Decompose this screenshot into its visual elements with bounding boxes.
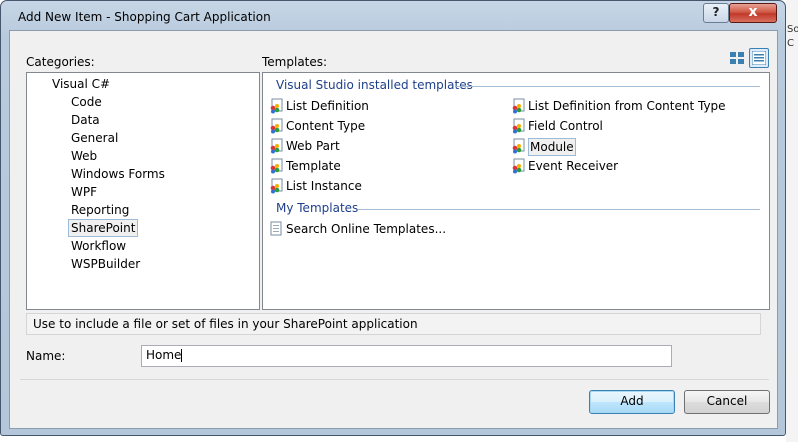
categories-tree[interactable]: Visual C# Code Data General Web Windows … <box>26 72 260 310</box>
name-input[interactable]: Home <box>141 345 672 367</box>
template-template[interactable]: Template <box>268 158 341 176</box>
tree-item-data[interactable]: Data <box>69 112 102 128</box>
tree-item-sharepoint[interactable]: SharePoint <box>68 219 139 237</box>
add-new-item-dialog: Add New Item - Shopping Cart Application… <box>0 0 786 436</box>
large-icons-view-button[interactable] <box>727 48 747 68</box>
large-icons-view-icon <box>730 52 744 64</box>
templates-list[interactable]: Visual Studio installed templates List D… <box>262 72 770 310</box>
button-separator <box>20 379 769 380</box>
description-text: Use to include a file or set of files in… <box>33 317 418 331</box>
sharepoint-template-icon <box>512 138 525 154</box>
categories-label: Categories: <box>26 55 95 69</box>
sharepoint-template-icon <box>270 178 283 194</box>
name-input-value: Home <box>146 348 182 362</box>
tree-item-reporting[interactable]: Reporting <box>69 202 131 218</box>
template-list-definition[interactable]: List Definition <box>268 98 369 116</box>
add-button[interactable]: Add <box>589 390 675 414</box>
text-caret <box>181 349 183 362</box>
background-text: So <box>787 24 798 35</box>
my-templates-header: My Templates <box>276 201 359 215</box>
template-event-receiver[interactable]: Event Receiver <box>510 158 618 176</box>
tree-item-workflow[interactable]: Workflow <box>69 238 128 254</box>
template-content-type[interactable]: Content Type <box>268 118 365 136</box>
template-list-definition-from-content-type[interactable]: List Definition from Content Type <box>510 98 726 116</box>
sharepoint-template-icon <box>512 158 525 174</box>
template-field-control[interactable]: Field Control <box>510 118 603 136</box>
sharepoint-template-icon <box>512 118 525 134</box>
help-icon: ? <box>712 5 720 19</box>
cancel-button[interactable]: Cancel <box>684 390 770 414</box>
tree-root-visual-csharp[interactable]: Visual C# <box>50 76 112 92</box>
tree-item-web[interactable]: Web <box>69 148 99 164</box>
group-divider <box>456 86 760 87</box>
template-web-part[interactable]: Web Part <box>268 138 340 156</box>
help-button[interactable]: ? <box>703 3 729 23</box>
tree-item-windows-forms[interactable]: Windows Forms <box>69 166 167 182</box>
dialog-client-area: Categories: Templates: Visual C# Code Da… <box>9 30 778 429</box>
background-text: C <box>787 38 794 49</box>
small-icons-view-icon <box>752 51 766 65</box>
template-list-instance[interactable]: List Instance <box>268 178 362 196</box>
sharepoint-template-icon <box>512 98 525 114</box>
close-icon: x <box>748 4 758 20</box>
template-description: Use to include a file or set of files in… <box>26 313 761 335</box>
tree-item-general[interactable]: General <box>69 130 120 146</box>
sharepoint-template-icon <box>270 98 283 114</box>
installed-templates-header: Visual Studio installed templates <box>276 78 473 92</box>
sharepoint-template-icon <box>270 118 283 134</box>
template-search-online[interactable]: Search Online Templates... <box>268 221 446 239</box>
templates-label: Templates: <box>262 55 328 69</box>
group-divider <box>358 209 760 210</box>
background-window-strip: So C <box>786 0 798 442</box>
name-label: Name: <box>26 349 66 363</box>
tree-item-wpf[interactable]: WPF <box>69 184 99 200</box>
window-title: Add New Item - Shopping Cart Application <box>18 10 271 24</box>
template-module[interactable]: Module <box>510 138 576 156</box>
sharepoint-template-icon <box>270 138 283 154</box>
sharepoint-template-icon <box>270 158 283 174</box>
close-button[interactable]: x <box>729 3 777 23</box>
tree-item-code[interactable]: Code <box>69 94 104 110</box>
tree-item-wspbuilder[interactable]: WSPBuilder <box>69 256 142 272</box>
search-online-icon <box>270 221 282 236</box>
small-icons-view-button[interactable] <box>749 48 769 68</box>
